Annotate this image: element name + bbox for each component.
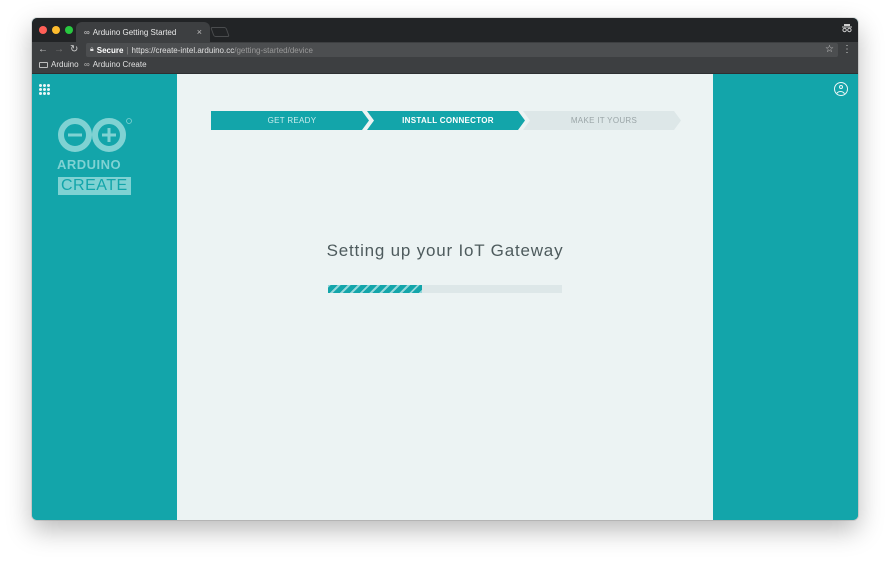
- tab-title: Arduino Getting Started: [92, 27, 177, 37]
- maximize-window-button[interactable]: [65, 26, 73, 34]
- step-indicator: GET READY INSTALL CONNECTOR MAKE IT YOUR…: [211, 111, 681, 131]
- reload-icon[interactable]: ↻: [70, 43, 78, 57]
- folder-icon: [39, 61, 48, 68]
- bookmark-label: Arduino: [51, 60, 79, 69]
- url-host: create-intel.arduino.cc: [155, 45, 235, 55]
- secure-label: Secure: [96, 45, 124, 55]
- apps-grid-icon[interactable]: [39, 84, 50, 95]
- progress-bar: [328, 285, 562, 293]
- step-get-ready: GET READY: [211, 111, 369, 130]
- browser-window: ∞ Arduino Getting Started × ← → ↻ 🔒︎ Sec…: [32, 18, 858, 520]
- bookmark-arduino-create[interactable]: ∞ Arduino Create: [84, 60, 147, 69]
- arduino-wordmark: ARDUINO: [57, 157, 122, 172]
- browser-tab[interactable]: ∞ Arduino Getting Started ×: [76, 22, 210, 42]
- arduino-infinity-icon: [58, 118, 132, 152]
- step-install-connector: INSTALL CONNECTOR: [367, 111, 525, 130]
- arduino-favicon-icon: ∞: [84, 27, 90, 37]
- address-bar[interactable]: 🔒︎ Secure | https:// create-intel.arduin…: [86, 43, 838, 57]
- step-make-it-yours: MAKE IT YOURS: [523, 111, 681, 130]
- create-badge: CREATE: [58, 177, 131, 195]
- main-content: GET READY INSTALL CONNECTOR MAKE IT YOUR…: [177, 74, 713, 520]
- bookmarks-bar: Arduino ∞ Arduino Create: [32, 58, 858, 74]
- progress-fill: [328, 285, 422, 293]
- arduino-create-logo: ARDUINO CREATE: [54, 116, 138, 195]
- forward-icon[interactable]: →: [54, 43, 64, 57]
- lock-icon: 🔒︎: [90, 46, 94, 53]
- bookmark-label: Arduino Create: [92, 60, 147, 69]
- minimize-window-button[interactable]: [52, 26, 60, 34]
- browser-toolbar: ← → ↻ 🔒︎ Secure | https:// create-intel.…: [32, 42, 858, 58]
- new-tab-button[interactable]: [210, 27, 230, 37]
- user-account-icon[interactable]: [834, 82, 848, 96]
- bookmark-arduino[interactable]: Arduino: [39, 60, 79, 69]
- close-tab-icon[interactable]: ×: [197, 27, 202, 37]
- incognito-icon: [842, 23, 852, 35]
- url-path: /getting-started/device: [234, 45, 313, 55]
- page: ARDUINO CREATE GET READY INSTALL CONNECT…: [32, 74, 858, 520]
- tab-strip: ∞ Arduino Getting Started ×: [32, 18, 858, 42]
- bookmark-star-icon[interactable]: ☆: [825, 43, 834, 57]
- page-heading: Setting up your IoT Gateway: [326, 241, 564, 260]
- back-icon[interactable]: ←: [38, 43, 48, 57]
- close-window-button[interactable]: [39, 26, 47, 34]
- url-scheme: https://: [131, 45, 156, 55]
- infinity-icon: ∞: [84, 60, 90, 69]
- browser-menu-icon[interactable]: ⋮: [842, 43, 852, 57]
- url-separator: |: [126, 45, 129, 55]
